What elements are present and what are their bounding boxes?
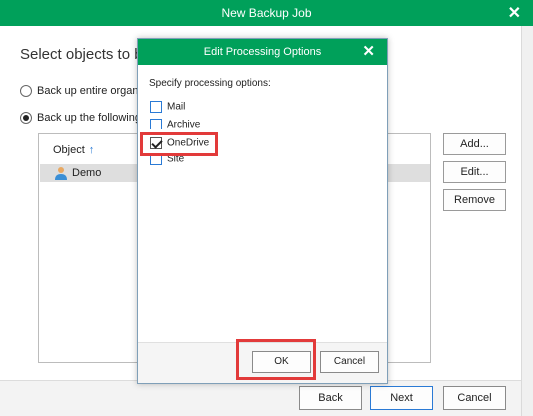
next-button[interactable]: Next xyxy=(370,386,433,410)
dialog-close-icon[interactable]: ✕ xyxy=(362,42,375,60)
remove-button[interactable]: Remove xyxy=(443,189,506,211)
radio-label: Back up entire organization xyxy=(37,85,138,97)
radio-entire-organization[interactable]: Back up entire organization xyxy=(20,85,138,98)
option-onedrive[interactable]: OneDrive xyxy=(150,137,209,149)
scrollbar[interactable] xyxy=(521,26,533,416)
ok-button[interactable]: OK xyxy=(252,351,311,373)
option-archive[interactable]: Archive xyxy=(150,119,200,129)
radio-label: Back up the following objects: xyxy=(37,112,138,124)
checkbox-icon xyxy=(150,153,162,165)
new-backup-job-window: New Backup Job ✕ Select objects to back … xyxy=(0,0,533,416)
dialog-titlebar: Edit Processing Options ✕ xyxy=(138,39,387,65)
sort-arrow-up-icon: ↑ xyxy=(88,144,95,156)
option-label: Archive xyxy=(167,119,201,129)
close-icon[interactable]: ✕ xyxy=(508,3,521,23)
radio-checked-icon xyxy=(20,112,32,125)
cancel-button[interactable]: Cancel xyxy=(443,386,506,410)
radio-icon xyxy=(20,85,32,98)
checkbox-icon xyxy=(150,119,162,129)
checkbox-icon xyxy=(150,101,162,113)
window-titlebar: New Backup Job ✕ xyxy=(0,0,533,26)
column-header-label: Object xyxy=(53,144,85,156)
option-label: Mail xyxy=(167,101,186,113)
edit-button[interactable]: Edit... xyxy=(443,161,506,183)
dialog-title: Edit Processing Options xyxy=(203,46,322,58)
radio-following-objects[interactable]: Back up the following objects: xyxy=(20,112,138,125)
add-button[interactable]: Add... xyxy=(443,133,506,155)
user-icon xyxy=(55,167,67,180)
option-site[interactable]: Site xyxy=(150,153,184,165)
checkbox-checked-icon xyxy=(150,137,162,149)
option-mail[interactable]: Mail xyxy=(150,101,185,113)
option-label: OneDrive xyxy=(167,137,210,149)
option-label: Site xyxy=(167,153,185,165)
dialog-label: Specify processing options: xyxy=(149,78,271,89)
list-item-label: Demo xyxy=(72,167,102,179)
edit-processing-options-dialog: Edit Processing Options ✕ Specify proces… xyxy=(137,38,388,384)
column-header-object[interactable]: Object ↑ xyxy=(53,144,94,156)
dialog-cancel-button[interactable]: Cancel xyxy=(320,351,379,373)
window-title: New Backup Job xyxy=(221,6,312,20)
page-heading: Select objects to back up xyxy=(20,46,138,63)
back-button[interactable]: Back xyxy=(299,386,362,410)
